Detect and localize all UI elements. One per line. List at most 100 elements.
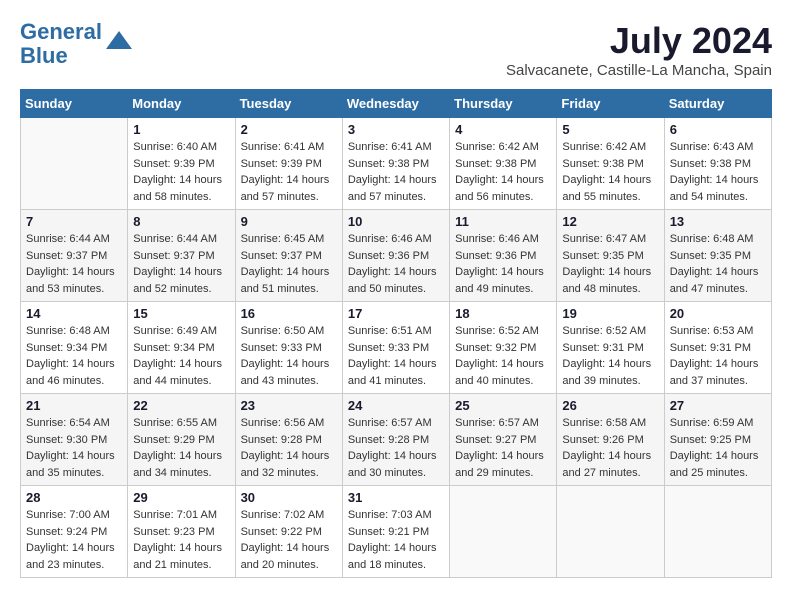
day-detail: Sunrise: 6:43 AMSunset: 9:38 PMDaylight:… [670, 139, 766, 205]
day-detail: Sunrise: 6:46 AMSunset: 9:36 PMDaylight:… [348, 231, 444, 297]
calendar-cell: 27 Sunrise: 6:59 AMSunset: 9:25 PMDayligh… [664, 394, 771, 486]
day-detail: Sunrise: 6:53 AMSunset: 9:31 PMDaylight:… [670, 323, 766, 389]
day-detail: Sunrise: 6:42 AMSunset: 9:38 PMDaylight:… [455, 139, 551, 205]
calendar-week-1: 1 Sunrise: 6:40 AMSunset: 9:39 PMDaylight… [21, 118, 772, 210]
calendar-cell: 14Sunrise: 6:48 AMSunset: 9:34 PMDayligh… [21, 302, 128, 394]
logo-text: General Blue [20, 20, 102, 68]
calendar-cell: 19Sunrise: 6:52 AMSunset: 9:31 PMDayligh… [557, 302, 664, 394]
calendar-body: 1 Sunrise: 6:40 AMSunset: 9:39 PMDaylight… [21, 118, 772, 578]
day-number: 11 [455, 214, 551, 229]
calendar-cell [21, 118, 128, 210]
day-number: 15 [133, 306, 229, 321]
day-detail: Sunrise: 6:50 AMSunset: 9:33 PMDaylight:… [241, 323, 337, 389]
calendar-cell: 28 Sunrise: 7:00 AMSunset: 9:24 PMDayligh… [21, 486, 128, 578]
day-number: 21 [26, 398, 122, 413]
logo-icon [104, 29, 134, 59]
calendar-cell: 18 Sunrise: 6:52 AMSunset: 9:32 PMDayligh… [450, 302, 557, 394]
location-subtitle: Salvacanete, Castille-La Mancha, Spain [506, 62, 772, 79]
day-detail: Sunrise: 6:44 AMSunset: 9:37 PMDaylight:… [26, 231, 122, 297]
day-detail: Sunrise: 6:57 AMSunset: 9:28 PMDaylight:… [348, 415, 444, 481]
weekday-header-sunday: Sunday [21, 90, 128, 118]
day-detail: Sunrise: 6:41 AMSunset: 9:38 PMDaylight:… [348, 139, 444, 205]
day-number: 18 [455, 306, 551, 321]
day-detail: Sunrise: 6:45 AMSunset: 9:37 PMDaylight:… [241, 231, 337, 297]
day-number: 12 [562, 214, 658, 229]
day-detail: Sunrise: 6:54 AMSunset: 9:30 PMDaylight:… [26, 415, 122, 481]
calendar-cell: 21 Sunrise: 6:54 AMSunset: 9:30 PMDayligh… [21, 394, 128, 486]
calendar-cell: 10 Sunrise: 6:46 AMSunset: 9:36 PMDayligh… [342, 210, 449, 302]
calendar-cell: 3 Sunrise: 6:41 AMSunset: 9:38 PMDaylight… [342, 118, 449, 210]
weekday-header-monday: Monday [128, 90, 235, 118]
calendar-cell: 11Sunrise: 6:46 AMSunset: 9:36 PMDayligh… [450, 210, 557, 302]
day-detail: Sunrise: 7:03 AMSunset: 9:21 PMDaylight:… [348, 507, 444, 573]
day-detail: Sunrise: 6:40 AMSunset: 9:39 PMDaylight:… [133, 139, 229, 205]
calendar-cell: 22 Sunrise: 6:55 AMSunset: 9:29 PMDayligh… [128, 394, 235, 486]
calendar-cell: 25 Sunrise: 6:57 AMSunset: 9:27 PMDayligh… [450, 394, 557, 486]
day-number: 20 [670, 306, 766, 321]
day-number: 31 [348, 490, 444, 505]
day-detail: Sunrise: 7:02 AMSunset: 9:22 PMDaylight:… [241, 507, 337, 573]
calendar-week-2: 7Sunrise: 6:44 AMSunset: 9:37 PMDaylight… [21, 210, 772, 302]
calendar-cell: 20 Sunrise: 6:53 AMSunset: 9:31 PMDayligh… [664, 302, 771, 394]
day-number: 6 [670, 122, 766, 137]
day-number: 3 [348, 122, 444, 137]
calendar-cell [557, 486, 664, 578]
day-number: 2 [241, 122, 337, 137]
calendar-cell: 6 Sunrise: 6:43 AMSunset: 9:38 PMDaylight… [664, 118, 771, 210]
calendar-cell: 30 Sunrise: 7:02 AMSunset: 9:22 PMDayligh… [235, 486, 342, 578]
calendar-cell: 31 Sunrise: 7:03 AMSunset: 9:21 PMDayligh… [342, 486, 449, 578]
calendar-cell: 13Sunrise: 6:48 AMSunset: 9:35 PMDayligh… [664, 210, 771, 302]
day-number: 30 [241, 490, 337, 505]
day-detail: Sunrise: 6:57 AMSunset: 9:27 PMDaylight:… [455, 415, 551, 481]
day-detail: Sunrise: 6:52 AMSunset: 9:32 PMDaylight:… [455, 323, 551, 389]
calendar-cell [450, 486, 557, 578]
day-detail: Sunrise: 6:41 AMSunset: 9:39 PMDaylight:… [241, 139, 337, 205]
calendar-cell: 16 Sunrise: 6:50 AMSunset: 9:33 PMDayligh… [235, 302, 342, 394]
day-number: 22 [133, 398, 229, 413]
day-number: 28 [26, 490, 122, 505]
calendar-cell: 9Sunrise: 6:45 AMSunset: 9:37 PMDaylight… [235, 210, 342, 302]
day-number: 23 [241, 398, 337, 413]
calendar-cell: 1 Sunrise: 6:40 AMSunset: 9:39 PMDaylight… [128, 118, 235, 210]
day-number: 27 [670, 398, 766, 413]
day-detail: Sunrise: 6:58 AMSunset: 9:26 PMDaylight:… [562, 415, 658, 481]
day-number: 5 [562, 122, 658, 137]
calendar-week-3: 14Sunrise: 6:48 AMSunset: 9:34 PMDayligh… [21, 302, 772, 394]
calendar-cell: 24Sunrise: 6:57 AMSunset: 9:28 PMDayligh… [342, 394, 449, 486]
calendar-cell: 29 Sunrise: 7:01 AMSunset: 9:23 PMDayligh… [128, 486, 235, 578]
day-detail: Sunrise: 6:56 AMSunset: 9:28 PMDaylight:… [241, 415, 337, 481]
day-detail: Sunrise: 6:44 AMSunset: 9:37 PMDaylight:… [133, 231, 229, 297]
calendar-cell: 12 Sunrise: 6:47 AMSunset: 9:35 PMDayligh… [557, 210, 664, 302]
weekday-header-thursday: Thursday [450, 90, 557, 118]
day-number: 8 [133, 214, 229, 229]
calendar-cell: 8 Sunrise: 6:44 AMSunset: 9:37 PMDaylight… [128, 210, 235, 302]
calendar-cell: 23 Sunrise: 6:56 AMSunset: 9:28 PMDayligh… [235, 394, 342, 486]
day-number: 10 [348, 214, 444, 229]
day-number: 25 [455, 398, 551, 413]
day-number: 13 [670, 214, 766, 229]
day-number: 1 [133, 122, 229, 137]
day-detail: Sunrise: 6:55 AMSunset: 9:29 PMDaylight:… [133, 415, 229, 481]
day-number: 4 [455, 122, 551, 137]
calendar-table: SundayMondayTuesdayWednesdayThursdayFrid… [20, 89, 772, 578]
day-number: 14 [26, 306, 122, 321]
day-detail: Sunrise: 6:42 AMSunset: 9:38 PMDaylight:… [562, 139, 658, 205]
calendar-cell: 17Sunrise: 6:51 AMSunset: 9:33 PMDayligh… [342, 302, 449, 394]
day-detail: Sunrise: 6:59 AMSunset: 9:25 PMDaylight:… [670, 415, 766, 481]
month-year-title: July 2024 [506, 20, 772, 62]
day-detail: Sunrise: 6:47 AMSunset: 9:35 PMDaylight:… [562, 231, 658, 297]
calendar-header-row: SundayMondayTuesdayWednesdayThursdayFrid… [21, 90, 772, 118]
day-number: 29 [133, 490, 229, 505]
day-number: 17 [348, 306, 444, 321]
calendar-cell: 4 Sunrise: 6:42 AMSunset: 9:38 PMDaylight… [450, 118, 557, 210]
calendar-cell: 26Sunrise: 6:58 AMSunset: 9:26 PMDayligh… [557, 394, 664, 486]
calendar-cell: 2 Sunrise: 6:41 AMSunset: 9:39 PMDaylight… [235, 118, 342, 210]
weekday-header-saturday: Saturday [664, 90, 771, 118]
day-number: 16 [241, 306, 337, 321]
weekday-header-tuesday: Tuesday [235, 90, 342, 118]
day-detail: Sunrise: 7:00 AMSunset: 9:24 PMDaylight:… [26, 507, 122, 573]
calendar-week-5: 28 Sunrise: 7:00 AMSunset: 9:24 PMDayligh… [21, 486, 772, 578]
day-detail: Sunrise: 7:01 AMSunset: 9:23 PMDaylight:… [133, 507, 229, 573]
calendar-cell: 7Sunrise: 6:44 AMSunset: 9:37 PMDaylight… [21, 210, 128, 302]
logo: General Blue [20, 20, 134, 68]
